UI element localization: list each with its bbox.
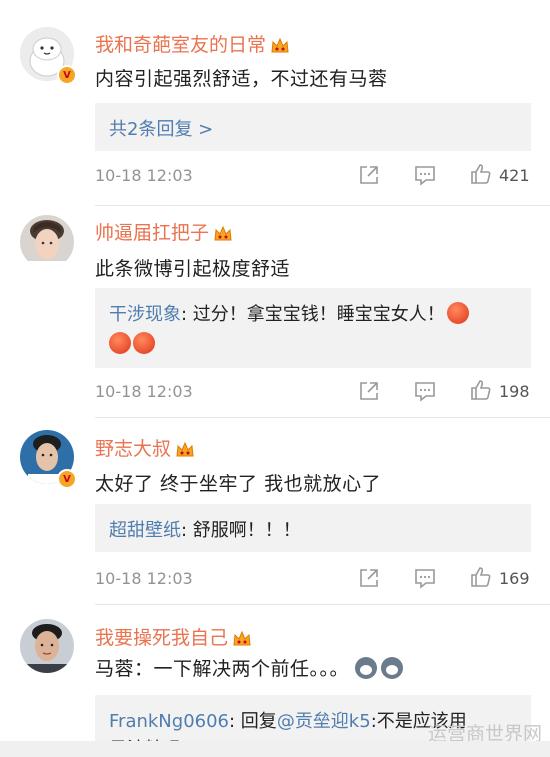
like-icon[interactable] bbox=[469, 162, 493, 190]
comment-item: V 野志大叔 太好了 终于坐牢了 我也就放心了 超甜壁纸: 舒服啊！！！ 10-… bbox=[0, 417, 550, 605]
avatar[interactable] bbox=[20, 215, 74, 269]
avatar[interactable] bbox=[20, 619, 74, 673]
reply-username[interactable]: FrankNg0606 bbox=[109, 711, 229, 732]
reply-box[interactable]: 共2条回复 > bbox=[95, 103, 531, 151]
angry-emoji bbox=[133, 332, 155, 354]
verified-badge: V bbox=[57, 65, 77, 85]
reply-username[interactable]: 超甜壁纸 bbox=[109, 520, 181, 541]
username[interactable]: 野志大叔 bbox=[95, 434, 195, 463]
comment-item: V 我和奇葩室友的日常 内容引起强烈舒适，不过还有马蓉 共2条回复 > 10-1… bbox=[0, 0, 550, 206]
timestamp: 10-18 12:03 bbox=[95, 382, 193, 401]
husky-emoji bbox=[381, 657, 404, 679]
username[interactable]: 我要操死我自己 bbox=[95, 623, 252, 652]
bottom-bar bbox=[0, 741, 550, 757]
comment-text: 太好了 终于坐牢了 我也就放心了 bbox=[95, 473, 382, 495]
crown-icon bbox=[232, 630, 252, 652]
mention-link[interactable]: @贡垒迎k5 bbox=[277, 711, 371, 732]
comment-text: 马蓉：一下解决两个前任。。。 bbox=[95, 654, 404, 681]
reply-text: 超甜壁纸: 舒服啊！！！ bbox=[109, 520, 301, 541]
username[interactable]: 我和奇葩室友的日常 bbox=[95, 30, 290, 59]
crown-icon bbox=[175, 441, 195, 463]
angry-emoji bbox=[446, 302, 469, 324]
verified-badge: V bbox=[57, 469, 77, 489]
like-icon[interactable] bbox=[469, 565, 493, 593]
more-replies-link[interactable]: 共2条回复 > bbox=[109, 115, 213, 141]
username[interactable]: 帅逼届扛把子 bbox=[95, 218, 233, 247]
crown-icon bbox=[213, 225, 233, 247]
reply-box[interactable]: 干涉现象: 过分！拿宝宝钱！睡宝宝女人！ bbox=[95, 288, 531, 368]
reply-emojis bbox=[109, 332, 155, 355]
reply-box[interactable]: 超甜壁纸: 舒服啊！！！ bbox=[95, 504, 531, 552]
husky-emoji bbox=[355, 657, 378, 679]
comment-text: 内容引起强烈舒适，不过还有马蓉 bbox=[95, 68, 388, 90]
timestamp: 10-18 12:03 bbox=[95, 569, 193, 588]
share-icon[interactable] bbox=[358, 380, 380, 406]
timestamp: 10-18 12:03 bbox=[95, 166, 193, 185]
share-icon[interactable] bbox=[358, 164, 380, 190]
comment-icon[interactable] bbox=[414, 567, 436, 593]
like-count: 169 bbox=[499, 569, 530, 588]
comment-icon[interactable] bbox=[414, 164, 436, 190]
reply-text: 干涉现象: 过分！拿宝宝钱！睡宝宝女人！ bbox=[109, 300, 469, 326]
comment-item: 帅逼届扛把子 此条微博引起极度舒适 干涉现象: 过分！拿宝宝钱！睡宝宝女人！ 1… bbox=[0, 205, 550, 418]
like-count: 198 bbox=[499, 382, 530, 401]
angry-emoji bbox=[109, 332, 131, 354]
like-count: 421 bbox=[499, 166, 530, 185]
crown-icon bbox=[270, 37, 290, 59]
share-icon[interactable] bbox=[358, 567, 380, 593]
comment-text: 此条微博引起极度舒适 bbox=[95, 258, 291, 280]
comment-icon[interactable] bbox=[414, 380, 436, 406]
reply-username[interactable]: 干涉现象 bbox=[109, 304, 181, 325]
like-icon[interactable] bbox=[469, 378, 493, 406]
